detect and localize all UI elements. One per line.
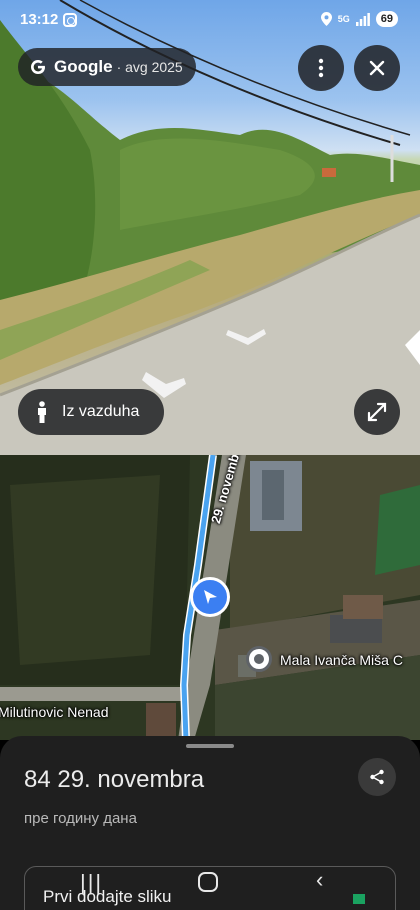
share-button[interactable] [358, 758, 396, 796]
place-subtitle: пре годину дана [24, 810, 137, 827]
place-label[interactable]: Mala Ivanča Miša C [280, 652, 403, 668]
capture-date: · avg 2025 [116, 59, 183, 75]
close-button[interactable] [354, 45, 400, 91]
battery-level: 69 [375, 11, 398, 27]
more-vert-icon [318, 58, 324, 78]
instagram-icon [63, 13, 77, 27]
navigation-arrow-icon [204, 590, 217, 604]
share-icon [370, 769, 384, 785]
back-icon[interactable]: ‹ [316, 867, 323, 893]
network-type: 5G [337, 13, 350, 24]
place-pin-icon[interactable] [246, 646, 272, 672]
aerial-view-label: Iz vazduha [62, 403, 140, 420]
status-bar: 13:12 5G 69 [0, 0, 420, 40]
google-logo-icon [31, 60, 45, 74]
location-icon [320, 12, 332, 26]
status-time: 13:12 [20, 11, 59, 28]
street-view-panorama[interactable]: 13:12 5G 69 Google · avg 2025 Iz vazduha [0, 0, 420, 455]
aerial-view-button[interactable]: Iz vazduha [18, 389, 164, 435]
brand-label: Google [54, 57, 113, 76]
place-title: 84 29. novembra [24, 766, 205, 793]
home-icon[interactable] [198, 872, 218, 892]
more-options-button[interactable] [298, 45, 344, 91]
street-nav-arrow-forward[interactable] [226, 326, 268, 346]
expand-icon [367, 402, 387, 422]
recents-icon[interactable]: ||| [80, 870, 103, 896]
imagery-info-chip[interactable]: Google · avg 2025 [18, 48, 196, 86]
person-icon [38, 401, 46, 423]
system-navigation-bar: ||| ‹ [0, 862, 420, 910]
close-icon [369, 60, 385, 76]
person-place-label[interactable]: Milutinovic Nenad [0, 704, 109, 720]
current-position-pointer [190, 577, 230, 617]
signal-icon [355, 12, 370, 26]
fullscreen-button[interactable] [354, 389, 400, 435]
sheet-drag-handle[interactable] [186, 744, 234, 748]
